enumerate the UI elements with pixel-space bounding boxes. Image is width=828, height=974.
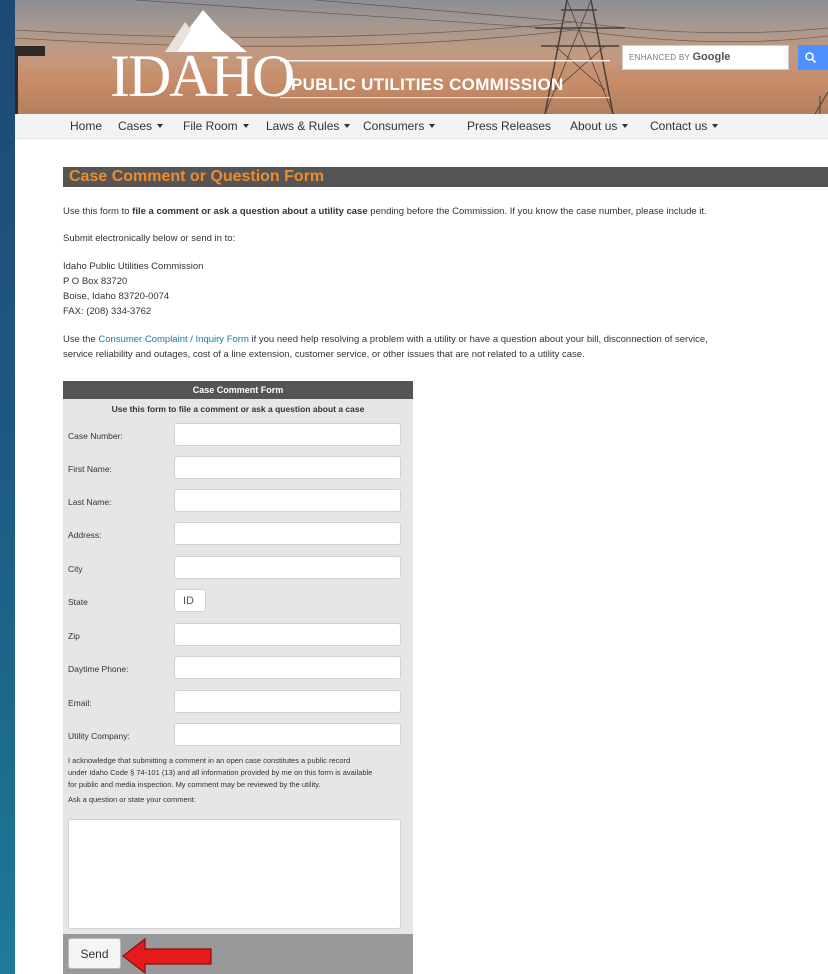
utility-company-input[interactable] (174, 723, 401, 746)
comment-label: Ask a question or state your comment: (68, 795, 196, 804)
case-number-input[interactable] (174, 423, 401, 446)
form-subtitle: Use this form to file a comment or ask a… (111, 404, 365, 414)
consumer-note-cont: service reliability and outages, cost of… (63, 349, 585, 360)
lamp-post-illustration (15, 46, 45, 114)
nav-item-file-room[interactable]: File Room (183, 119, 249, 133)
zip-label: Zip (68, 631, 80, 641)
nav-item-home[interactable]: Home (70, 119, 102, 133)
city-input[interactable] (174, 556, 401, 579)
email-label: Email: (68, 698, 92, 708)
address-input[interactable] (174, 522, 401, 545)
case-comment-form: Case Comment Form Use this form to file … (63, 381, 413, 974)
caret-down-icon (157, 124, 164, 128)
phone-label: Daytime Phone: (68, 664, 129, 674)
caret-down-icon (429, 124, 436, 128)
logo-text: IDAHO (110, 43, 295, 109)
address-line-2: P O Box 83720 (63, 276, 128, 287)
red-arrow-annotation-icon (122, 937, 212, 974)
city-label: City (68, 564, 83, 574)
last-name-label: Last Name: (68, 497, 112, 507)
state-label: State (68, 597, 88, 607)
address-label: Address: (68, 530, 102, 540)
nav-item-contact-us[interactable]: Contact us (650, 119, 719, 133)
zip-input[interactable] (174, 623, 401, 646)
caret-down-icon (712, 124, 719, 128)
nav-item-consumers[interactable]: Consumers (363, 119, 436, 133)
case-number-label: Case Number: (68, 431, 123, 441)
phone-input[interactable] (174, 656, 401, 679)
state-input[interactable] (174, 589, 206, 612)
consumer-complaint-link[interactable]: Consumer Complaint / Inquiry Form (98, 334, 248, 345)
page: IDAHO PUBLIC UTILITIES COMMISSION ENHANC… (15, 0, 828, 974)
page-title: Case Comment or Question Form (69, 168, 325, 185)
address-line-3: Boise, Idaho 83720-0074 (63, 291, 170, 302)
search-brand: ENHANCED BY Google (629, 51, 731, 63)
email-input[interactable] (174, 690, 401, 713)
form-title: Case Comment Form (63, 381, 413, 399)
fax-line: FAX: (208) 334-3762 (63, 306, 152, 317)
page-title-bar: Case Comment or Question Form (63, 167, 828, 187)
search-input[interactable]: ENHANCED BY Google (622, 45, 789, 70)
site-banner: IDAHO PUBLIC UTILITIES COMMISSION ENHANC… (15, 0, 828, 114)
intro-text: Use this form to file a comment or ask a… (63, 206, 707, 217)
search-button[interactable] (798, 45, 828, 70)
utility-company-label: Utility Company: (68, 731, 130, 741)
nav-item-press-releases[interactable]: Press Releases (467, 119, 551, 133)
nav-item-laws-rules[interactable]: Laws & Rules (266, 119, 351, 133)
nav-item-about-us[interactable]: About us (570, 119, 629, 133)
comment-textarea[interactable] (68, 819, 401, 929)
acknowledgement-text: I acknowledge that submitting a comment … (68, 755, 413, 806)
first-name-input[interactable] (174, 456, 401, 479)
submit-note: Submit electronically below or send in t… (63, 233, 236, 244)
caret-down-icon (344, 124, 351, 128)
first-name-label: First Name: (68, 464, 112, 474)
commission-name: PUBLIC UTILITIES COMMISSION (291, 75, 564, 94)
send-button[interactable]: Send (68, 938, 121, 969)
search-icon (805, 52, 817, 64)
consumer-note: Use the Consumer Complaint / Inquiry For… (63, 334, 708, 345)
main-nav: Home Cases File Room Laws & Rules Consum… (15, 114, 828, 139)
caret-down-icon (242, 124, 249, 128)
last-name-input[interactable] (174, 489, 401, 512)
caret-down-icon (622, 124, 629, 128)
address-line-1: Idaho Public Utilities Commission (63, 261, 204, 272)
nav-item-cases[interactable]: Cases (118, 119, 164, 133)
